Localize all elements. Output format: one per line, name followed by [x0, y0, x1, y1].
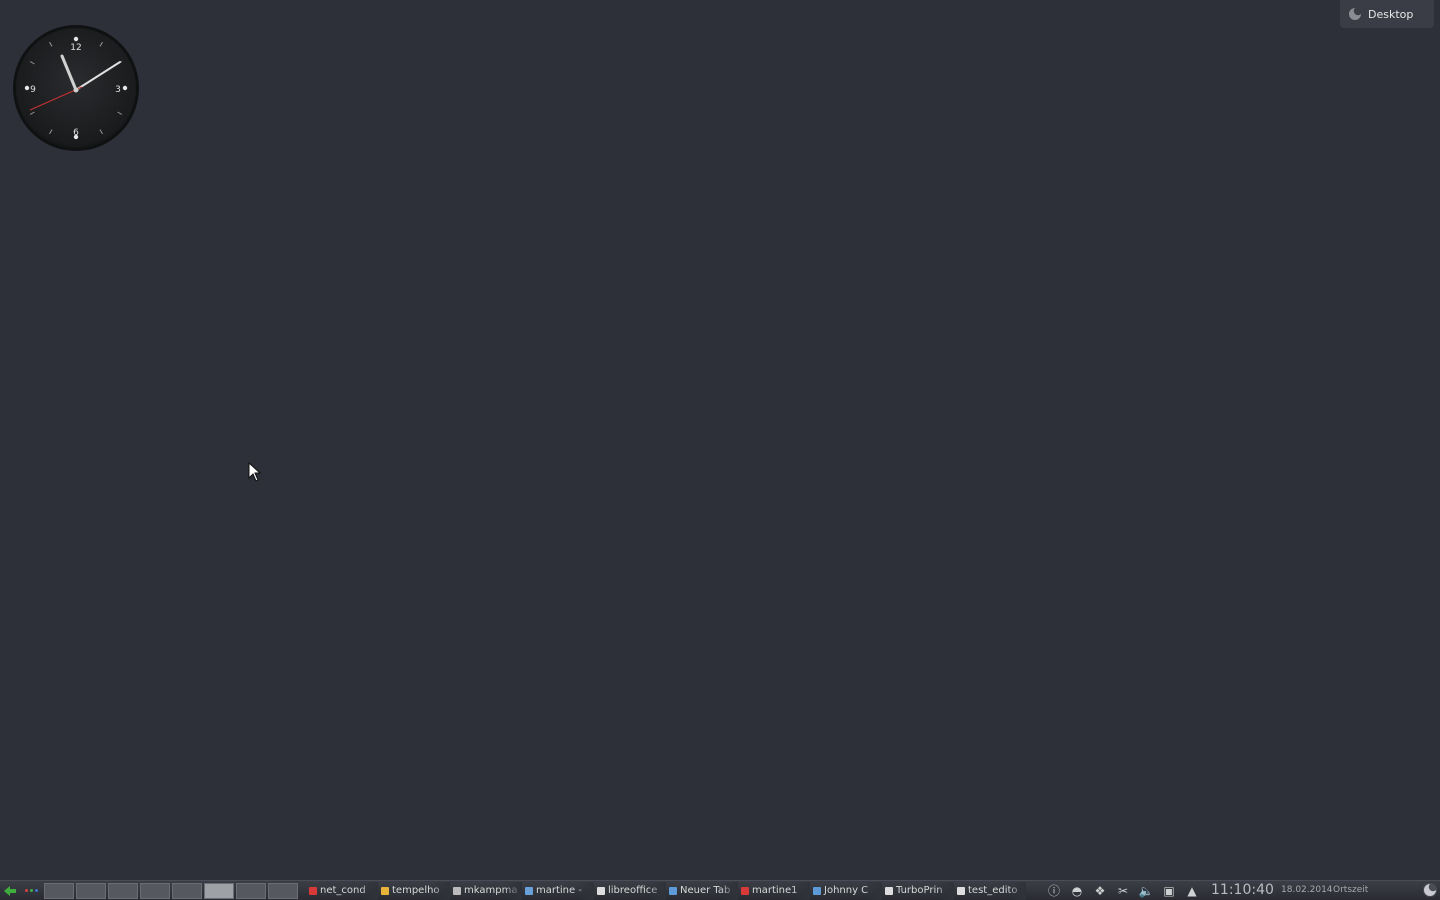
terminal-icon	[453, 886, 461, 895]
chat-icon	[813, 886, 821, 895]
pdf-reader-icon	[741, 886, 749, 895]
clock-dot-9	[24, 85, 30, 91]
taskbar-panel: net_cond tempelho mkampma martine - libreoff…	[0, 880, 1440, 900]
scissors-icon[interactable]: ✂	[1115, 883, 1131, 899]
task-label: martine1	[752, 885, 798, 896]
task-label: test_edito	[968, 885, 1018, 896]
kickoff-launcher-icon	[4, 885, 16, 896]
system-tray: ⓘ ◓ ❖ ✂ 🔈 ▣ ▲	[1046, 881, 1200, 900]
mouse-cursor-icon	[248, 462, 262, 482]
digital-clock-time[interactable]: 11:10:40	[1211, 882, 1274, 898]
task-label: net_cond	[320, 885, 366, 896]
pager-desktop-1[interactable]	[44, 882, 74, 899]
task-button[interactable]: martine1	[738, 881, 810, 900]
email-icon	[525, 886, 533, 895]
expand-arrow-icon[interactable]: ▲	[1184, 883, 1200, 899]
task-button[interactable]: test_edito	[954, 881, 1026, 900]
document-icon	[597, 886, 605, 895]
task-button[interactable]: martine -	[522, 881, 594, 900]
network-icon[interactable]: ◓	[1069, 883, 1085, 899]
task-button[interactable]: tempelho	[378, 881, 450, 900]
clock-numeral-9: 9	[30, 85, 36, 95]
pager-desktop-7[interactable]	[236, 882, 266, 899]
folder-icon	[381, 886, 389, 895]
pager-desktop-6[interactable]	[204, 882, 234, 899]
pager-desktop-5[interactable]	[172, 882, 202, 899]
task-button[interactable]: Neuer Tab	[666, 881, 738, 900]
printer-icon	[885, 886, 893, 895]
pager-desktop-3[interactable]	[108, 882, 138, 899]
desktop-toolbox-label: Desktop	[1368, 7, 1414, 21]
task-button[interactable]: Johnny C	[810, 881, 882, 900]
task-button[interactable]: net_cond	[306, 881, 378, 900]
task-label: libreoffice	[608, 885, 658, 896]
task-button[interactable]: mkampma	[450, 881, 522, 900]
activity-dot-blue	[34, 889, 38, 892]
digital-clock-timezone: Ortszeit	[1333, 885, 1369, 895]
task-label: martine -	[536, 885, 582, 896]
task-button[interactable]: TurboPrin	[882, 881, 954, 900]
task-button[interactable]: libreoffice	[594, 881, 666, 900]
analog-clock-widget[interactable]: 12 3 6 9	[12, 24, 140, 152]
digital-clock-date[interactable]: 18.02.2014	[1281, 885, 1333, 895]
task-label: tempelho	[392, 885, 440, 896]
info-icon[interactable]: ⓘ	[1046, 883, 1062, 899]
task-label: Neuer Tab	[680, 885, 731, 896]
pager-desktop-2[interactable]	[76, 882, 106, 899]
clock-center-pin	[73, 87, 79, 93]
pager-desktop-8[interactable]	[268, 882, 298, 899]
clock-numeral-12: 12	[70, 43, 81, 53]
desktop-background[interactable]: 12 3 6 9 Desktop	[0, 0, 1440, 880]
panel-cashew-icon[interactable]	[1422, 882, 1438, 898]
activity-manager-button[interactable]	[20, 882, 42, 900]
desktop-toolbox[interactable]: Desktop	[1340, 0, 1434, 28]
activity-dot-green	[29, 889, 33, 892]
task-label: mkampma	[464, 885, 518, 896]
text-editor-icon	[957, 886, 965, 895]
task-manager: net_cond tempelho mkampma martine - libreoff…	[306, 881, 1026, 900]
task-label: Johnny C	[824, 885, 869, 896]
clock-dot-3	[122, 85, 128, 91]
browser-icon	[669, 886, 677, 895]
clock-dot-6	[73, 134, 79, 140]
clock-dot-12	[73, 36, 79, 42]
volume-icon[interactable]: 🔈	[1138, 883, 1154, 899]
plasma-cashew-icon	[1349, 8, 1361, 20]
pdf-icon	[309, 886, 317, 895]
virtual-desktop-pager	[44, 882, 298, 899]
pager-desktop-4[interactable]	[140, 882, 170, 899]
application-launcher-button[interactable]	[0, 882, 20, 900]
clock-numeral-3: 3	[115, 85, 121, 95]
clipboard-icon[interactable]: ▣	[1161, 883, 1177, 899]
task-label: TurboPrin	[896, 885, 943, 896]
activity-dot-red	[24, 889, 28, 892]
dropbox-icon[interactable]: ❖	[1092, 883, 1108, 899]
